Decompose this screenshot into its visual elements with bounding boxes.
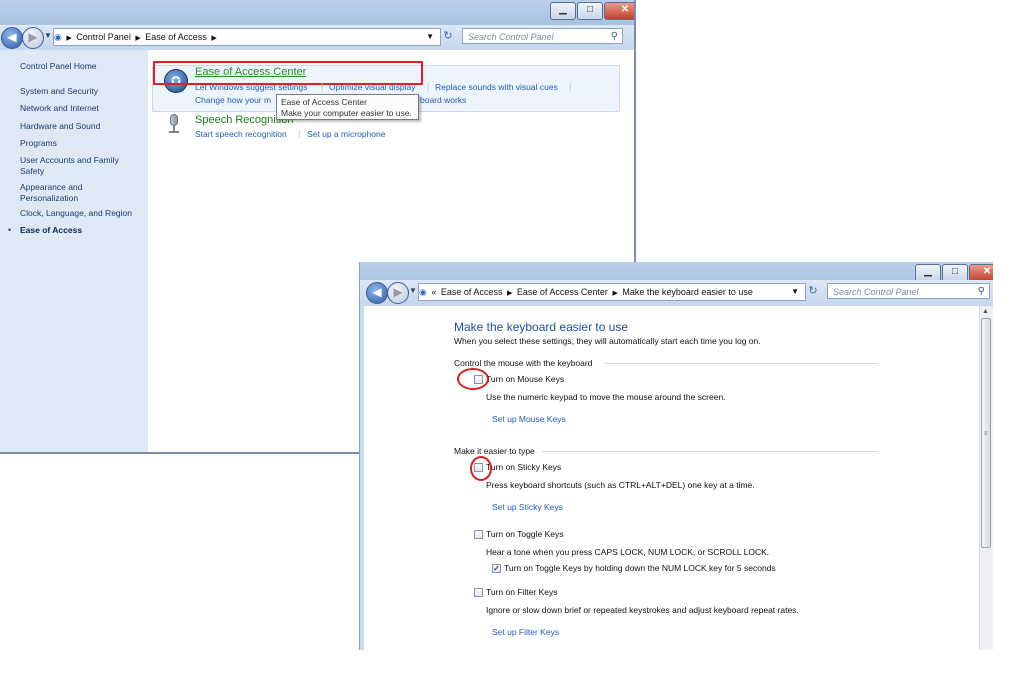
annotation-circle (457, 368, 489, 390)
suggest-settings-link[interactable]: Let Windows suggest settings (195, 82, 307, 92)
forward-arrow-icon[interactable]: ▶ (22, 27, 44, 49)
refresh-icon[interactable]: ↻ (440, 28, 456, 44)
window-titlebar: ▁ □ ✕ (0, 0, 634, 26)
filter-keys-label[interactable]: Turn on Filter Keys (486, 587, 558, 597)
sidebar-control-panel-home[interactable]: Control Panel Home (20, 61, 97, 72)
sidebar-item-clock-language[interactable]: Clock, Language, and Region (20, 208, 132, 219)
close-button[interactable]: ✕ (604, 2, 634, 20)
breadcrumb-ease-of-access[interactable]: Ease of Access (441, 287, 503, 297)
toggle-keys-numlock-checkbox[interactable]: ✓ (492, 564, 501, 573)
microphone-icon[interactable] (168, 114, 180, 134)
breadcrumb-separator-icon[interactable]: ▶ (211, 35, 216, 42)
filter-keys-checkbox[interactable] (474, 588, 483, 597)
mouse-keys-label[interactable]: Turn on Mouse Keys (486, 374, 564, 384)
search-placeholder: Search Control Panel (468, 32, 554, 42)
breadcrumb-separator-icon[interactable]: ▶ (507, 290, 512, 297)
link-separator: | (427, 81, 430, 91)
sidebar: Control Panel Home System and Security N… (0, 50, 148, 452)
breadcrumb-control-panel[interactable]: Control Panel (76, 32, 131, 42)
minimize-button[interactable]: ▁ (550, 2, 576, 20)
vertical-scrollbar[interactable]: ▲ ≡ (979, 306, 993, 650)
back-arrow-icon[interactable]: ◀ (1, 27, 23, 49)
sidebar-item-appearance[interactable]: Appearance and Personalization (20, 182, 100, 204)
search-placeholder: Search Control Panel (833, 287, 919, 297)
search-icon[interactable]: ⚲ (978, 284, 985, 300)
mouse-group-label: Control the mouse with the keyboard (454, 358, 593, 368)
breadcrumb-separator-icon[interactable]: ▶ (66, 35, 71, 42)
scroll-thumb[interactable]: ≡ (981, 318, 991, 548)
tooltip: Ease of Access Center Make your computer… (276, 94, 419, 120)
active-bullet-icon: • (8, 225, 12, 235)
sidebar-item-programs[interactable]: Programs (20, 138, 57, 149)
sidebar-item-ease-of-access[interactable]: Ease of Access (20, 225, 82, 236)
link-separator: | (569, 81, 572, 91)
recent-pages-dropdown-icon[interactable]: ▼ (409, 286, 417, 295)
keyboard-settings-window: ▁ □ ✕ ◀ ▶ ▼ ◉ « Ease of Access ▶ Ease of… (359, 262, 993, 650)
toggle-keys-description: Hear a tone when you press CAPS LOCK, NU… (486, 547, 770, 557)
link-separator: | (321, 81, 324, 91)
link-separator: | (298, 128, 301, 138)
sticky-keys-label[interactable]: Turn on Sticky Keys (486, 462, 561, 472)
navigation-bar: ◀ ▶ ▼ ◉ « Ease of Access ▶ Ease of Acces… (360, 280, 993, 304)
setup-mouse-keys-link[interactable]: Set up Mouse Keys (492, 414, 566, 424)
toggle-keys-numlock-label[interactable]: Turn on Toggle Keys by holding down the … (504, 563, 776, 573)
tooltip-text: Make your computer easier to use. (281, 108, 412, 118)
change-mouse-link[interactable]: Change how your m (195, 95, 271, 105)
scroll-grip-icon: ≡ (984, 431, 988, 437)
back-arrow-icon[interactable]: ◀ (366, 282, 388, 304)
breadcrumb-separator-icon[interactable]: ▶ (612, 290, 617, 297)
optimize-display-link[interactable]: Optimize visual display (329, 82, 415, 92)
page-title: Make the keyboard easier to use (454, 320, 629, 334)
search-input[interactable]: Search Control Panel ⚲ (827, 283, 990, 299)
maximize-button[interactable]: □ (577, 2, 603, 20)
address-bar[interactable]: ◉ « Ease of Access ▶ Ease of Access Cent… (418, 283, 806, 301)
filter-keys-description: Ignore or slow down brief or repeated ke… (486, 605, 799, 615)
forward-arrow-icon[interactable]: ▶ (387, 282, 409, 304)
scroll-up-arrow-icon[interactable]: ▲ (982, 308, 989, 315)
setup-sticky-keys-link[interactable]: Set up Sticky Keys (492, 502, 563, 512)
address-dropdown-icon[interactable]: ▼ (791, 284, 799, 300)
typing-group-label: Make it easier to type (454, 446, 535, 456)
address-dropdown-icon[interactable]: ▼ (426, 29, 434, 45)
control-panel-icon: ◉ (419, 287, 427, 297)
group-divider (604, 363, 878, 364)
tooltip-title: Ease of Access Center (281, 97, 367, 107)
breadcrumb-ease-of-access[interactable]: Ease of Access (145, 32, 207, 42)
breadcrumb-ease-center[interactable]: Ease of Access Center (517, 287, 608, 297)
caption-buttons: ▁ □ ✕ (549, 2, 634, 20)
main-content: Make the keyboard easier to use When you… (364, 306, 980, 650)
group-divider (542, 451, 878, 452)
breadcrumb-keyboard[interactable]: Make the keyboard easier to use (622, 287, 753, 297)
sidebar-item-system-security[interactable]: System and Security (20, 86, 98, 97)
search-input[interactable]: Search Control Panel ⚲ (462, 28, 623, 44)
setup-filter-keys-link[interactable]: Set up Filter Keys (492, 627, 559, 637)
mouse-keys-description: Use the numeric keypad to move the mouse… (486, 392, 726, 402)
start-speech-link[interactable]: Start speech recognition (195, 129, 287, 139)
navigation-bar: ◀ ▶ ▼ ◉ ▶ Control Panel ▶ Ease of Access… (0, 25, 634, 49)
page-subtitle: When you select these settings, they wil… (454, 336, 761, 346)
address-bar[interactable]: ◉ ▶ Control Panel ▶ Ease of Access ▶ ▼ (53, 28, 441, 46)
annotation-circle (470, 456, 492, 481)
recent-pages-dropdown-icon[interactable]: ▼ (44, 31, 52, 40)
change-keyboard-link[interactable]: board works (420, 95, 466, 105)
breadcrumb-separator-icon[interactable]: ▶ (135, 35, 140, 42)
toggle-keys-label[interactable]: Turn on Toggle Keys (486, 529, 564, 539)
setup-microphone-link[interactable]: Set up a microphone (307, 129, 385, 139)
refresh-icon[interactable]: ↻ (805, 283, 821, 299)
sidebar-item-network[interactable]: Network and Internet (20, 103, 99, 114)
control-panel-icon: ◉ (54, 32, 62, 42)
toggle-keys-checkbox[interactable] (474, 530, 483, 539)
sidebar-item-hardware[interactable]: Hardware and Sound (20, 121, 100, 132)
breadcrumb-overflow-icon[interactable]: « (431, 287, 436, 297)
search-icon[interactable]: ⚲ (611, 29, 618, 45)
replace-sounds-link[interactable]: Replace sounds with visual cues (435, 82, 558, 92)
sidebar-item-user-accounts[interactable]: User Accounts and Family Safety (20, 155, 132, 177)
sticky-keys-description: Press keyboard shortcuts (such as CTRL+A… (486, 480, 755, 490)
